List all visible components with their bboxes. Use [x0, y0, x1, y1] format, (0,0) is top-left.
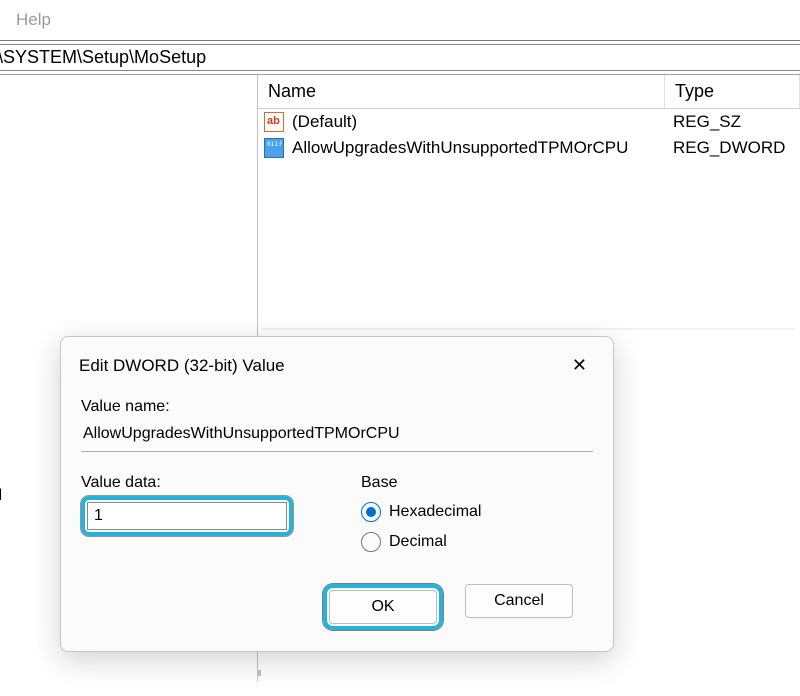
dialog-buttons: OK Cancel — [81, 562, 593, 630]
list-row[interactable]: (Default) REG_SZ — [258, 109, 800, 135]
dialog-titlebar: Edit DWORD (32-bit) Value ✕ — [61, 337, 613, 380]
tree-item[interactable]: ɔs — [0, 249, 257, 285]
value-name-field[interactable]: AllowUpgradesWithUnsupportedTPMOrCPU — [81, 420, 593, 452]
string-icon — [264, 112, 284, 132]
address-bar: HINE\SYSTEM\Setup\MoSetup — [0, 40, 800, 75]
ok-button[interactable]: OK — [329, 590, 437, 624]
radio-label: Hexadecimal — [389, 503, 481, 521]
dialog-title: Edit DWORD (32-bit) Value — [79, 356, 285, 376]
close-icon[interactable]: ✕ — [564, 351, 595, 380]
cancel-button[interactable]: Cancel — [465, 584, 573, 618]
dword-icon — [264, 138, 284, 158]
radio-label: Decimal — [389, 533, 447, 551]
base-group: Base Hexadecimal Decimal — [361, 474, 593, 562]
menu-help[interactable]: Help — [16, 10, 51, 29]
menubar: Help — [0, 0, 800, 40]
dialog-body: Value name: AllowUpgradesWithUnsupported… — [61, 380, 613, 630]
list-row[interactable]: AllowUpgradesWithUnsupportedTPMOrCPU REG… — [258, 135, 800, 161]
radio-icon — [361, 502, 381, 522]
base-label: Base — [361, 474, 593, 492]
address-bar-input[interactable]: HINE\SYSTEM\Setup\MoSetup — [0, 44, 800, 71]
radio-icon — [361, 532, 381, 552]
value-name-label: Value name: — [81, 398, 593, 416]
value-data-label: Value data: — [81, 474, 301, 492]
column-header-name[interactable]: Name — [258, 75, 665, 108]
highlight-value-data — [81, 496, 293, 536]
cell-name: AllowUpgradesWithUnsupportedTPMOrCPU — [288, 137, 669, 159]
edit-dword-dialog: Edit DWORD (32-bit) Value ✕ Value name: … — [60, 336, 614, 652]
column-header-type[interactable]: Type — [665, 75, 800, 108]
value-data-input[interactable] — [87, 502, 287, 530]
radio-decimal[interactable]: Decimal — [361, 532, 593, 552]
cell-name: (Default) — [288, 111, 669, 133]
divider — [262, 328, 795, 330]
list-header: Name Type — [258, 75, 800, 109]
radio-hexadecimal[interactable]: Hexadecimal — [361, 502, 593, 522]
divider — [258, 670, 261, 676]
tree-item[interactable]: e — [0, 105, 257, 141]
cell-type: REG_SZ — [669, 111, 745, 133]
cell-type: REG_DWORD — [669, 137, 789, 159]
highlight-ok: OK — [323, 584, 443, 630]
